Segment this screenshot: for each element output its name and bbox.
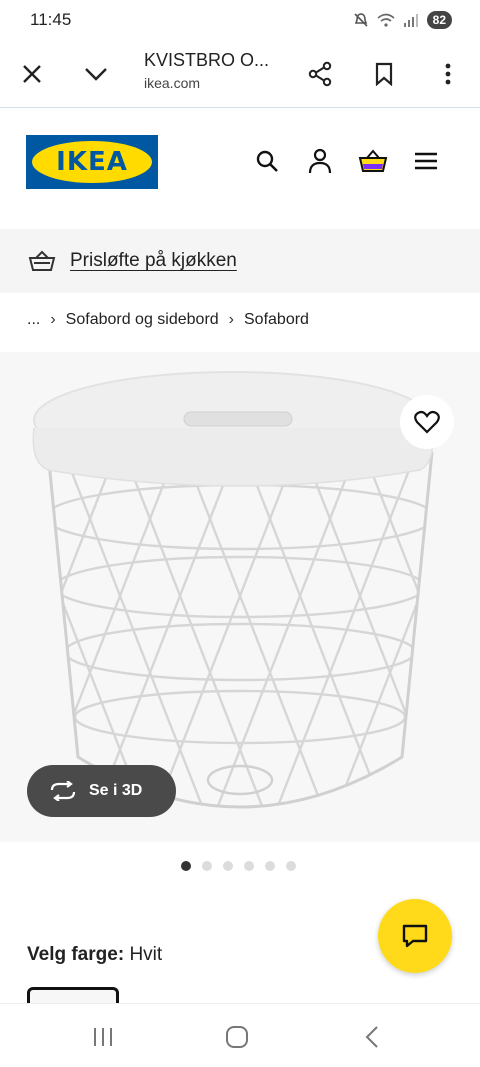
chevron-right-icon: › [50, 311, 56, 328]
site-header: IKEA [0, 110, 480, 228]
status-bar: 11:45 82 [0, 0, 480, 40]
chat-icon [402, 924, 428, 948]
chat-button[interactable] [378, 899, 452, 973]
chevron-right-icon: › [228, 311, 234, 328]
recents-icon [94, 1028, 112, 1046]
cart-button[interactable] [358, 146, 388, 176]
status-icons: 82 [353, 11, 452, 29]
home-button[interactable] [217, 1022, 257, 1052]
breadcrumb-item[interactable]: Sofabord og sidebord [66, 311, 219, 329]
browser-toolbar: KVISTBRO O... ikea.com [0, 40, 480, 108]
share-icon [308, 61, 332, 87]
user-icon [308, 148, 332, 174]
url-block[interactable]: KVISTBRO O... ikea.com [144, 50, 284, 91]
heart-icon [414, 410, 440, 434]
promo-link[interactable]: Prisløfte på kjøkken [70, 250, 237, 272]
page-host: ikea.com [144, 75, 201, 91]
share-button[interactable] [300, 54, 340, 94]
home-icon [226, 1026, 248, 1048]
close-icon [23, 65, 41, 83]
search-button[interactable] [252, 146, 282, 176]
collapse-button[interactable] [76, 54, 116, 94]
hamburger-icon [415, 152, 437, 170]
page-title: KVISTBRO O... [144, 50, 270, 70]
breadcrumb-ellipsis[interactable]: ... [27, 311, 40, 329]
carousel-dot[interactable] [286, 861, 296, 871]
battery-indicator: 82 [426, 11, 452, 29]
bookmark-icon [375, 62, 393, 86]
carousel-dot[interactable] [223, 861, 233, 871]
color-label: Velg farge: [27, 944, 125, 965]
signal-icon [403, 14, 418, 27]
favorite-button[interactable] [400, 395, 454, 449]
breadcrumb: ... › Sofabord og sidebord › Sofabord [27, 311, 309, 329]
carousel-dot[interactable] [244, 861, 254, 871]
view-3d-button[interactable]: Se i 3D [27, 765, 176, 817]
bookmark-button[interactable] [364, 54, 404, 94]
close-tab-button[interactable] [12, 54, 52, 94]
carousel-dot[interactable] [181, 861, 191, 871]
search-icon [256, 150, 278, 172]
wifi-icon [377, 13, 395, 27]
carousel-dot[interactable] [202, 861, 212, 871]
status-time: 11:45 [30, 10, 72, 29]
carousel-dot[interactable] [265, 861, 275, 871]
color-value: Hvit [129, 944, 163, 965]
ikea-logo[interactable]: IKEA [26, 135, 158, 189]
back-icon [365, 1026, 378, 1048]
account-button[interactable] [305, 146, 335, 176]
color-selector-label: Velg farge: Hvit [27, 944, 162, 966]
back-button[interactable] [352, 1022, 392, 1052]
price-promise-banner[interactable]: Prisløfte på kjøkken [0, 229, 480, 293]
basket-outline-icon [28, 250, 56, 271]
menu-button[interactable] [411, 146, 441, 176]
view-3d-label: Se i 3D [89, 782, 143, 799]
logo-text: IKEA [56, 147, 128, 177]
chevron-down-icon [85, 68, 107, 81]
breadcrumb-item[interactable]: Sofabord [244, 311, 309, 329]
image-carousel-dots [181, 861, 296, 871]
rotate-icon [50, 781, 76, 801]
recent-apps-button[interactable] [83, 1022, 123, 1052]
system-nav-bar [0, 1003, 480, 1067]
more-menu-button[interactable] [428, 54, 468, 94]
mute-icon [354, 13, 368, 27]
more-vertical-icon [445, 63, 451, 85]
basket-icon [358, 149, 388, 172]
